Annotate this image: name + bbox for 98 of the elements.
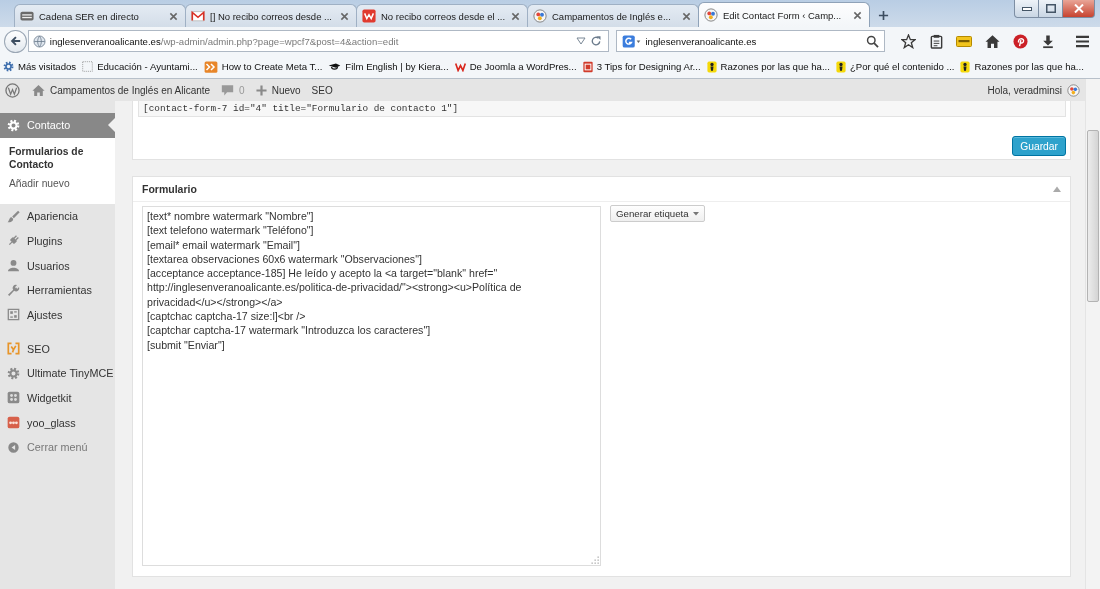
grid-icon — [7, 391, 20, 405]
close-button[interactable] — [1063, 0, 1095, 18]
bookmark-item[interactable]: Razones por las que ha... — [960, 60, 1084, 73]
bookmark-item[interactable]: 3 Tips for Designing Ar... — [582, 60, 701, 73]
user-icon — [7, 259, 20, 273]
sidebar-item[interactable]: Contacto — [0, 113, 115, 138]
back-arrow-icon — [8, 35, 22, 47]
info-icon — [960, 60, 971, 73]
plus-icon — [255, 84, 267, 96]
info-icon — [835, 60, 846, 73]
address-field[interactable]: inglesenveranoalicante.es/wp-admin/admin.php?page=wpcf7&post=4&action=edit — [27, 30, 610, 52]
search-icon[interactable] — [866, 34, 879, 48]
browser-tab[interactable]: [] No recibo correos desde ... — [185, 4, 357, 27]
bookmark-item[interactable]: Educación - Ayuntami... — [82, 61, 198, 72]
bookmark-item[interactable]: Razones por las que ha... — [706, 60, 830, 73]
bookmark-item[interactable]: De Joomla a WordPres... — [454, 61, 577, 72]
home-icon[interactable] — [984, 33, 1000, 49]
circle-logo-icon[interactable] — [5, 82, 20, 98]
scrollbar[interactable] — [1085, 79, 1100, 589]
reload-icon[interactable] — [590, 35, 603, 47]
bookmark-item[interactable]: Film English | by Kiera... — [328, 61, 449, 72]
seo-link[interactable]: SEO — [311, 84, 333, 96]
template-textarea[interactable]: [text* nombre watermark "Nombre"] [text telefono watermark "Teléfono"] [email* email watermark "Email"] [textarea observaciones 60x6 watermark "Observaciones"] [acceptance acceptance-185] He leído y acepto la <a target="blank" href=" http://inglesenveranoalicante.es/politica-de-privacidad/"><strong><u>Política de privacidad</u></strong></a> [captchac captcha-17 size:l]<br /> [captchar captcha-17 watermark "Introduzca los caracteres"] [submit "Enviar"] — [142, 206, 601, 566]
bookmark-item[interactable]: Más visitados — [3, 61, 77, 72]
shortcode-field[interactable]: [contact-form-7 id="4" title="Formulario de contacto 1"] — [138, 101, 1066, 117]
toggle-arrow-icon[interactable] — [1053, 186, 1061, 192]
tile-icon — [582, 60, 593, 73]
circle-logo-icon — [704, 8, 718, 22]
menu-icon[interactable] — [1074, 34, 1090, 48]
caret-icon — [692, 211, 699, 216]
blank-page-icon — [82, 61, 94, 72]
minimize-icon — [1021, 6, 1032, 11]
avatar-icon — [1067, 83, 1080, 97]
home-icon — [32, 83, 45, 97]
close-icon[interactable] — [340, 11, 349, 21]
browser-tab[interactable]: Edit Contact Form ‹ Camp... — [698, 2, 870, 27]
search-field[interactable]: inglesenveranoalicante.es — [616, 30, 885, 52]
bracket-icon — [7, 342, 20, 356]
browser-tab[interactable]: Campamentos de Inglés e... — [527, 4, 699, 27]
maximize-button[interactable] — [1039, 0, 1063, 18]
close-icon[interactable] — [511, 11, 520, 21]
collapse-icon — [7, 440, 20, 454]
settings-icon — [7, 308, 20, 322]
download-icon[interactable] — [1041, 33, 1055, 49]
submenu-item[interactable]: Añadir nuevo — [9, 177, 109, 191]
submenu-item[interactable]: Formularios de Contacto — [9, 144, 109, 172]
sidebar-item[interactable]: Ultimate TinyMCE — [0, 360, 115, 386]
resize-grip-icon[interactable] — [591, 556, 599, 564]
sidebar-item[interactable]: Herramientas — [0, 277, 115, 303]
sidebar-item[interactable]: Usuarios — [0, 253, 115, 278]
sidebar-item[interactable]: Plugins — [0, 228, 115, 254]
dots-tile-icon — [7, 416, 20, 430]
clipboard-icon[interactable] — [928, 33, 944, 49]
back-button[interactable] — [4, 29, 27, 53]
site-name-link[interactable]: Campamentos de Inglés en Alicante — [32, 83, 211, 97]
minimize-button[interactable] — [1014, 0, 1039, 18]
maximize-icon — [1045, 4, 1056, 13]
new-content-link[interactable]: Nuevo — [255, 84, 301, 96]
gear-icon — [7, 366, 20, 380]
close-icon[interactable] — [682, 11, 691, 21]
pin-icon[interactable] — [1012, 33, 1028, 49]
info-icon — [706, 60, 717, 73]
sidebar-item[interactable]: Widgetkit — [0, 385, 115, 411]
close-icon[interactable] — [853, 10, 862, 20]
close-icon — [1073, 4, 1084, 13]
star-icon[interactable] — [900, 33, 916, 49]
sidebar-item[interactable]: Apariencia — [0, 203, 115, 229]
caret-icon[interactable] — [576, 37, 587, 45]
gear-icon — [3, 61, 14, 72]
collapse-menu-button[interactable]: Cerrar menú — [0, 435, 115, 460]
sidebar-item[interactable]: SEO — [0, 336, 115, 361]
graduation-cap-icon — [328, 61, 342, 72]
scrollbar-thumb[interactable] — [1087, 130, 1099, 302]
chevrons-icon — [203, 60, 218, 73]
sidebar-item[interactable]: yoo_glass — [0, 410, 115, 435]
gear-icon — [7, 118, 20, 132]
card-icon[interactable] — [956, 34, 972, 48]
browser-tab[interactable]: No recibo correos desde el ... — [356, 4, 528, 27]
brush-icon — [7, 209, 20, 223]
sidebar-item[interactable]: Ajustes — [0, 302, 115, 328]
search-engine-icon[interactable] — [622, 34, 642, 48]
bookmark-item[interactable]: How to Create Meta T... — [203, 60, 323, 73]
wrench-icon — [7, 283, 20, 297]
close-icon[interactable] — [169, 11, 178, 21]
account-link[interactable]: Hola, veradminsi — [987, 83, 1080, 97]
zigzag-icon — [362, 9, 376, 23]
zigzag-icon — [454, 61, 466, 72]
panel-title: Formulario — [142, 183, 197, 195]
plug-icon — [7, 234, 20, 248]
tile-icon — [20, 9, 34, 23]
generate-tag-button[interactable]: Generar etiqueta — [610, 205, 705, 222]
browser-tab[interactable]: Cadena SER en directo — [14, 4, 186, 27]
globe-icon — [32, 34, 46, 48]
circle-logo-icon — [533, 9, 547, 23]
plus-icon[interactable] — [878, 10, 889, 21]
comment-icon — [221, 83, 235, 97]
envelope-icon — [191, 9, 205, 23]
bookmark-item[interactable]: ¿Por qué el contenido ... — [835, 60, 955, 73]
